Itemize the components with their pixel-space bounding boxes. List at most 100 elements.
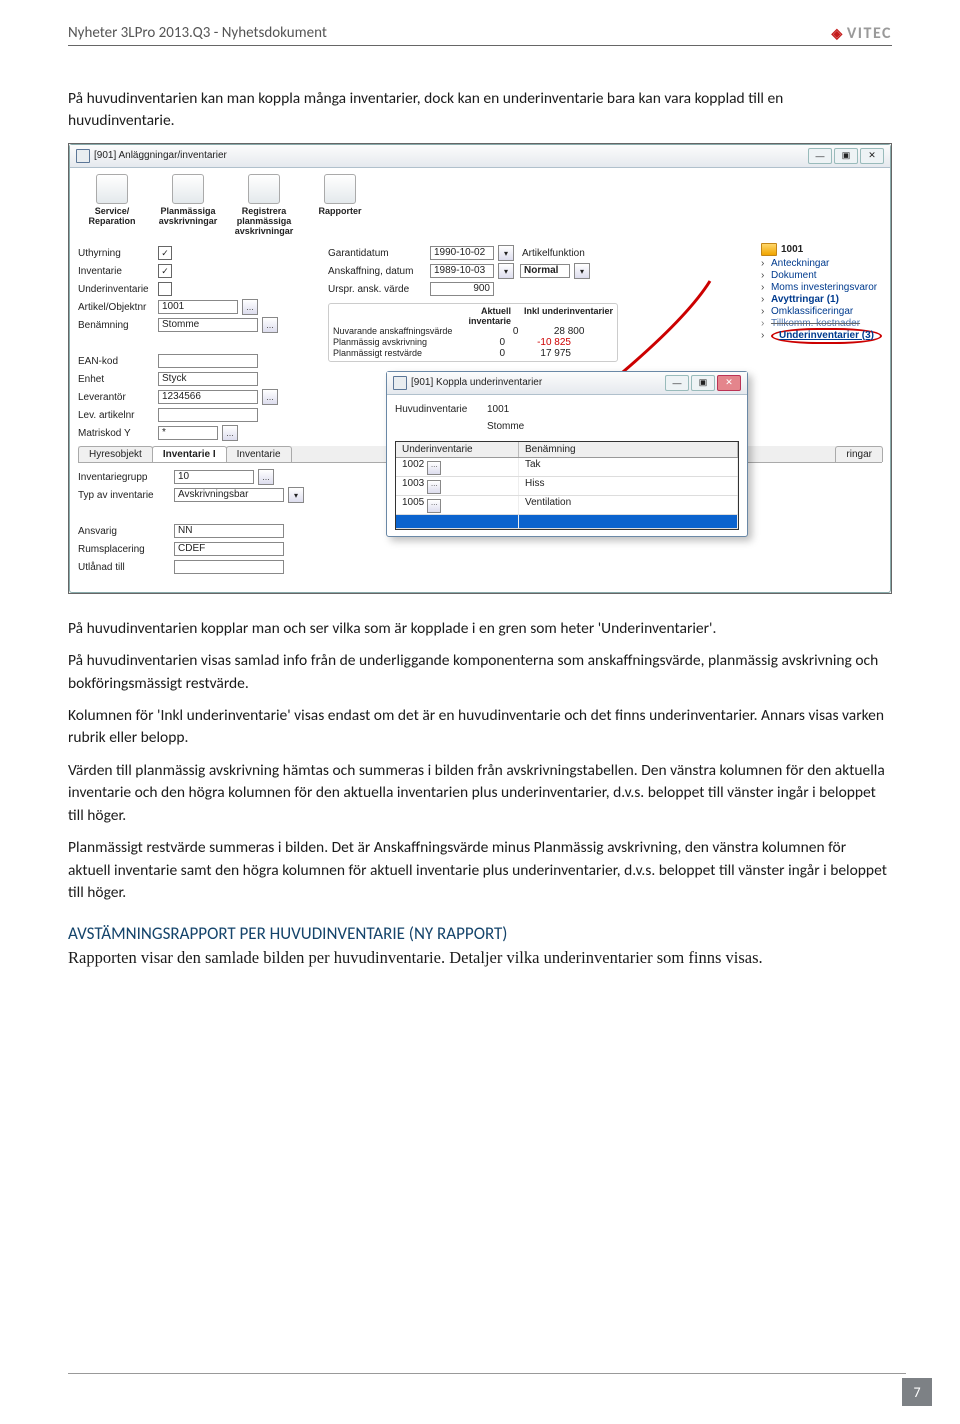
table-icon [172, 174, 204, 204]
anskdatum-label: Anskaffning, datum [328, 266, 426, 277]
uthyrning-label: Uthyrning [78, 248, 154, 259]
typ-input[interactable]: Avskrivningsbar [174, 488, 284, 502]
sum-row0-v2: 28 800 [524, 326, 584, 337]
sum-row1-label: Planmässig avskrivning [333, 337, 439, 347]
doc-title: Nyheter 3LPro 2013.Q3 - Nyhetsdokument [68, 24, 327, 42]
typ-label: Typ av inventarie [78, 490, 170, 501]
toolbar-planmassiga-button[interactable]: Planmässiga avskrivningar [156, 174, 220, 237]
paragraph-5: Planmässigt restvärde summeras i bilden.… [68, 837, 892, 904]
folder-icon [761, 243, 777, 256]
ansk-date-button[interactable]: ▾ [498, 263, 514, 279]
printer-icon [324, 174, 356, 204]
navlink-omklass[interactable]: Omklassificeringar [761, 306, 882, 318]
table-row-active[interactable] [396, 515, 738, 529]
sum-row2-v2: 17 975 [511, 348, 571, 359]
anskdatum-input[interactable]: 1989-10-03 [430, 264, 494, 278]
sum-row1-v1: 0 [445, 337, 505, 348]
grupp-input[interactable]: 10 [174, 470, 254, 484]
enhet-input[interactable]: Styck [158, 372, 258, 386]
section-heading: AVSTÄMNINGSRAPPORT PER HUVUDINVENTARIE (… [68, 923, 892, 944]
huvud-value: 1001 [487, 404, 509, 415]
sub-close-button[interactable]: ✕ [717, 375, 741, 391]
utl-input[interactable] [174, 560, 284, 574]
wrench-icon [96, 174, 128, 204]
urspr-label: Urspr. ansk. värde [328, 284, 426, 295]
navlink-moms[interactable]: Moms investeringsvaror [761, 282, 882, 294]
sumheader-aktuell: Aktuell inventarie [439, 306, 511, 326]
utl-label: Utlånad till [78, 562, 170, 573]
tab-hyresobjekt[interactable]: Hyresobjekt [78, 446, 153, 462]
toolbar-rapporter-button[interactable]: Rapporter [308, 174, 372, 237]
benamn-label: Benämning [78, 320, 154, 331]
sub-minimize-button[interactable]: — [665, 375, 689, 391]
window-title: [901] Anläggningar/inventarier [94, 150, 227, 161]
artikel-lookup-button[interactable]: … [242, 299, 258, 315]
garanti-label: Garantidatum [328, 248, 426, 259]
navlink-underinventarier[interactable]: Underinventarier (3) [761, 330, 882, 342]
tab-inventarie1[interactable]: Inventarie I [152, 446, 227, 462]
paragraph-3: Kolumnen för 'Inkl underinventarie' visa… [68, 705, 892, 750]
urspr-input[interactable]: 900 [430, 282, 494, 296]
paragraph-1: På huvudinventarien kopplar man och ser … [68, 618, 892, 640]
ean-input[interactable] [158, 354, 258, 368]
tab-inventarie[interactable]: Inventarie [226, 446, 292, 462]
benamn-lookup-button[interactable]: … [262, 317, 278, 333]
logo-dot-icon: ◈ [832, 25, 844, 42]
navlink-avyttringar[interactable]: Avyttringar (1) [761, 294, 882, 306]
table-row[interactable]: 1002…Tak [396, 458, 738, 477]
maximize-button[interactable]: ▣ [834, 148, 858, 164]
typ-dd-button[interactable]: ▾ [288, 487, 304, 503]
lever-lookup-button[interactable]: … [262, 389, 278, 405]
inventarie-checkbox[interactable]: ✓ [158, 264, 172, 278]
ansv-input[interactable]: NN [174, 524, 284, 538]
uthyrning-checkbox[interactable]: ✓ [158, 246, 172, 260]
table-row[interactable]: 1003…Hiss [396, 477, 738, 496]
inventarie-label: Inventarie [78, 266, 154, 277]
close-button[interactable]: ✕ [860, 148, 884, 164]
huvud-name: Stomme [487, 421, 524, 432]
sum-row0-v1: 0 [458, 326, 518, 337]
levart-input[interactable] [158, 408, 258, 422]
garanti-input[interactable]: 1990-10-02 [430, 246, 494, 260]
window-icon [76, 149, 90, 163]
sumheader-inkl: Inkl underinventarier [517, 306, 613, 326]
tab-ringar[interactable]: ringar [835, 446, 883, 462]
matris-input[interactable]: * [158, 426, 218, 440]
paragraph-4: Värden till planmässig avskrivning hämta… [68, 760, 892, 827]
brand-logo: ◈ VITEC [832, 24, 892, 43]
grupp-lookup-button[interactable]: … [258, 469, 274, 485]
table-row[interactable]: 1005…Ventilation [396, 496, 738, 515]
navlink-dokument[interactable]: Dokument [761, 270, 882, 282]
underinv-checkbox[interactable] [158, 282, 172, 296]
levart-label: Lev. artikelnr [78, 410, 154, 421]
lever-label: Leverantör [78, 392, 154, 403]
rums-input[interactable]: CDEF [174, 542, 284, 556]
grupp-label: Inventariegrupp [78, 472, 170, 483]
benamn-input[interactable]: Stomme [158, 318, 258, 332]
subinventarier-table: UnderinventarieBenämning 1002…Tak 1003…H… [395, 441, 739, 530]
normal-select[interactable]: Normal [520, 264, 570, 278]
minimize-button[interactable]: — [808, 148, 832, 164]
row-lookup-icon[interactable]: … [427, 480, 441, 494]
normal-dd-button[interactable]: ▾ [574, 263, 590, 279]
lever-input[interactable]: 1234566 [158, 390, 258, 404]
footer-rule [68, 1373, 906, 1374]
toolbar-service-button[interactable]: Service/ Reparation [80, 174, 144, 237]
garanti-date-button[interactable]: ▾ [498, 245, 514, 261]
sub-maximize-button[interactable]: ▣ [691, 375, 715, 391]
page-number-badge: 7 [902, 1378, 932, 1406]
brand-text: VITEC [847, 24, 892, 43]
matris-lookup-button[interactable]: … [222, 425, 238, 441]
artikel-input[interactable]: 1001 [158, 300, 238, 314]
paragraph-2: På huvudinventarien visas samlad info fr… [68, 650, 892, 695]
intro-paragraph: På huvudinventarien kan man koppla många… [68, 88, 892, 133]
huvud-label: Huvudinventarie [395, 404, 483, 415]
navlink-anteckningar[interactable]: Anteckningar [761, 258, 882, 270]
row-lookup-icon[interactable]: … [427, 499, 441, 513]
toolbar-registrera-button[interactable]: Registrera planmässiga avskrivningar [232, 174, 296, 237]
app-screenshot: [901] Anläggningar/inventarier — ▣ ✕ Ser… [68, 143, 892, 594]
row-lookup-icon[interactable]: … [427, 461, 441, 475]
sum-row2-label: Planmässigt restvärde [333, 348, 439, 358]
artikel-label: Artikel/Objektnr [78, 302, 154, 313]
sum-row2-v1: 0 [445, 348, 505, 359]
